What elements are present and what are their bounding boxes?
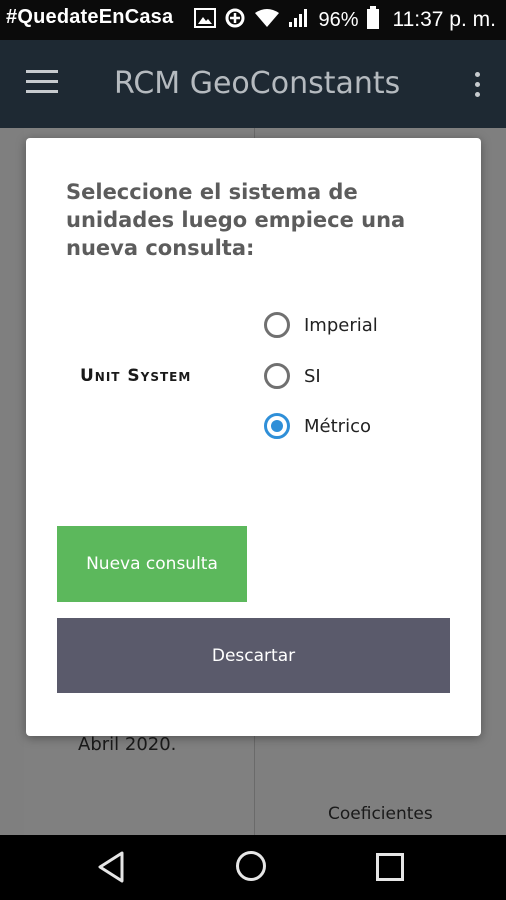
- radio-imperial[interactable]: [264, 312, 290, 338]
- recents-icon[interactable]: [376, 853, 404, 881]
- status-time: 11:37 p. m.: [392, 8, 496, 31]
- unit-system-dialog: Seleccione el sistema de unidades luego …: [26, 138, 481, 736]
- radio-option-si[interactable]: SI: [264, 359, 321, 393]
- app-title: RCM GeoConstants: [114, 66, 401, 101]
- radio-si-label: SI: [304, 365, 321, 387]
- new-query-button[interactable]: Nueva consulta: [57, 526, 247, 602]
- back-icon[interactable]: [96, 851, 126, 887]
- radio-metrico[interactable]: [264, 413, 290, 439]
- radio-imperial-label: Imperial: [304, 314, 378, 336]
- radio-option-imperial[interactable]: Imperial: [264, 308, 378, 342]
- signal-icon: [288, 8, 310, 33]
- more-vert-icon[interactable]: [472, 70, 482, 100]
- unit-system-label: Unit System: [80, 366, 192, 386]
- status-hashtag: #QuedateEnCasa: [6, 6, 174, 28]
- home-icon[interactable]: [236, 851, 266, 881]
- radio-option-metrico[interactable]: Métrico: [264, 409, 371, 443]
- wifi-icon: [254, 8, 280, 33]
- app-bar: RCM GeoConstants: [0, 40, 506, 128]
- image-icon: [194, 7, 217, 33]
- battery-icon: [366, 5, 380, 35]
- status-bar: #QuedateEnCasa 96% 11:37 p. m.: [0, 0, 506, 40]
- background-coefficients-text: Coeficientes: [328, 804, 433, 824]
- background-date-text: Abril 2020.: [78, 734, 177, 755]
- data-saver-icon: [224, 7, 246, 34]
- battery-percent: 96%: [318, 8, 359, 31]
- navigation-bar: [0, 835, 506, 900]
- dialog-title: Seleccione el sistema de unidades luego …: [66, 180, 406, 260]
- menu-icon[interactable]: [26, 70, 60, 96]
- dismiss-button[interactable]: Descartar: [57, 618, 450, 693]
- radio-si[interactable]: [264, 363, 290, 389]
- radio-metrico-label: Métrico: [304, 415, 371, 437]
- status-right: 96% 11:37 p. m.: [194, 0, 496, 40]
